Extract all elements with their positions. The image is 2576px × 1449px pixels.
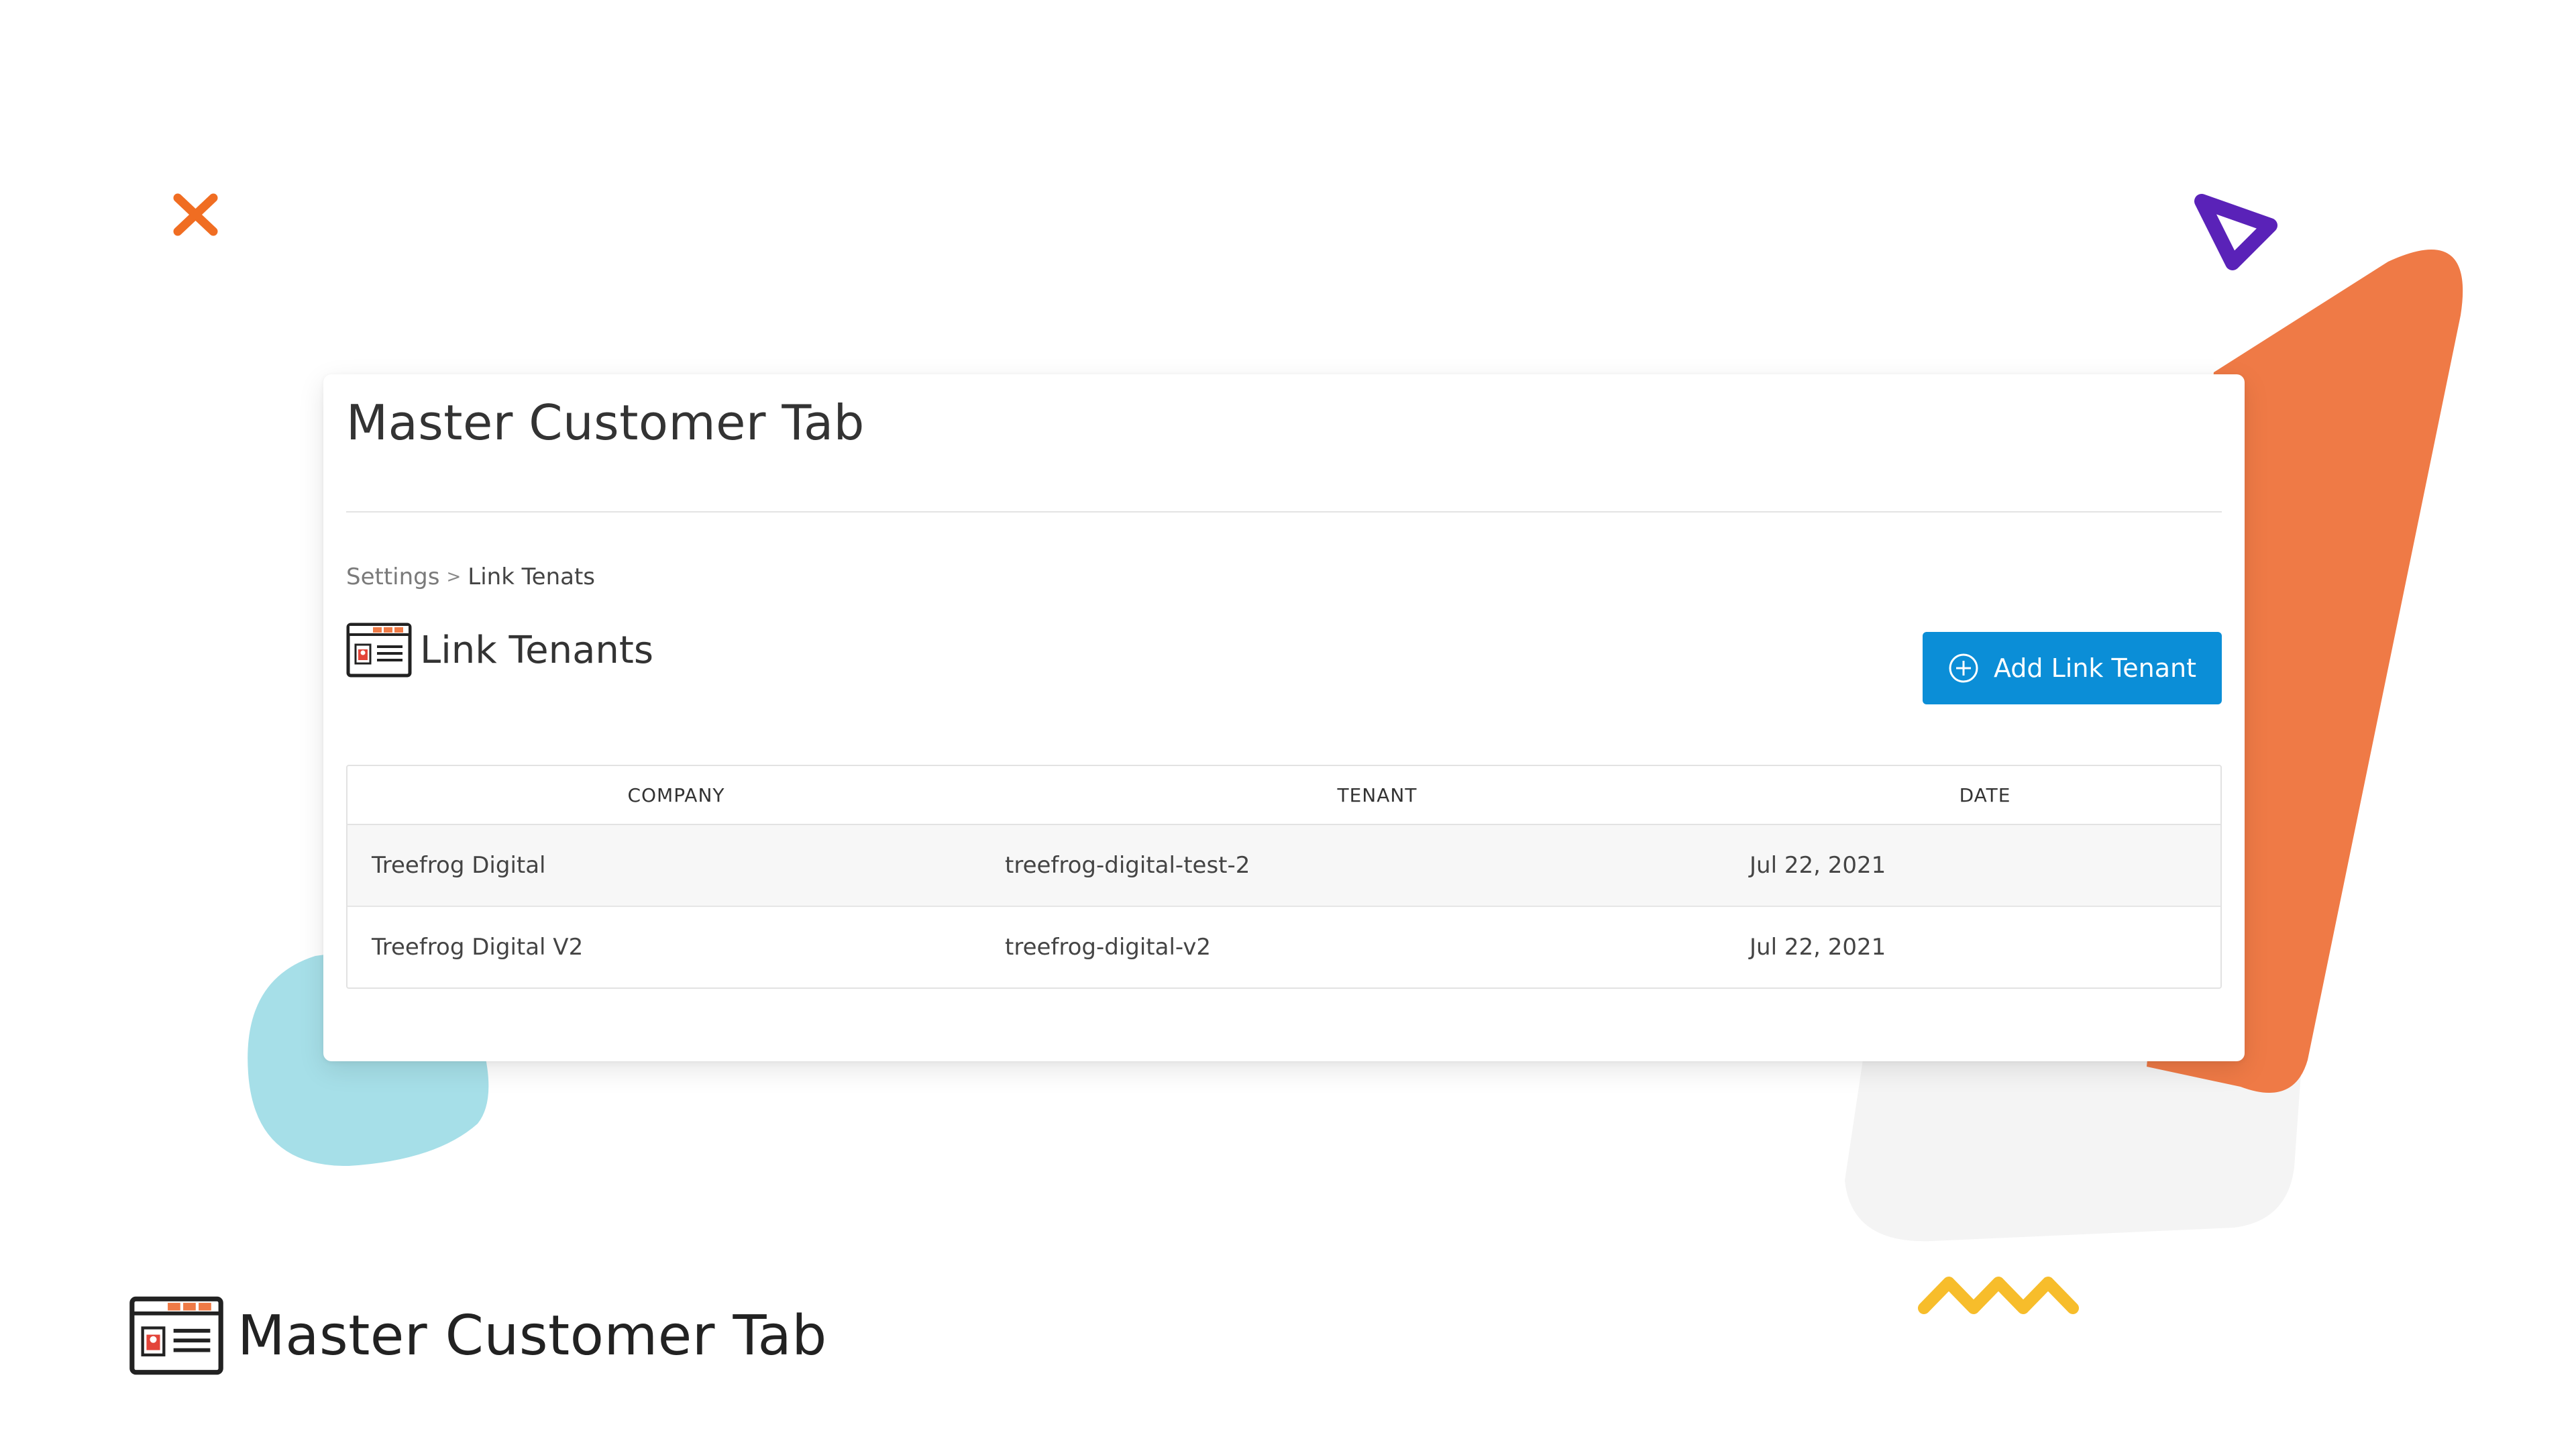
section-title: Link Tenants xyxy=(420,628,654,672)
triangle-shape xyxy=(2194,194,2277,270)
breadcrumb: Settings > Link Tenats xyxy=(346,564,595,590)
brand-title: Master Customer Tab xyxy=(237,1303,827,1368)
section-header: Link Tenants xyxy=(346,623,653,678)
breadcrumb-current: Link Tenats xyxy=(468,564,596,590)
cell-date: Jul 22, 2021 xyxy=(1750,852,1886,879)
breadcrumb-settings-link[interactable]: Settings xyxy=(346,564,439,590)
page-title: Master Customer Tab xyxy=(346,394,865,451)
brand-footer: Master Customer Tab xyxy=(129,1296,827,1375)
add-link-tenant-label: Add Link Tenant xyxy=(1993,653,2197,683)
customer-card-icon xyxy=(129,1296,223,1375)
cell-tenant: treefrog-digital-v2 xyxy=(1005,934,1212,961)
title-divider xyxy=(346,511,2222,513)
column-header-company[interactable]: COMPANY xyxy=(347,784,1005,806)
cross-shape xyxy=(173,193,218,236)
column-header-date[interactable]: DATE xyxy=(1750,784,2220,806)
cell-tenant: treefrog-digital-test-2 xyxy=(1005,852,1250,879)
customer-card-icon xyxy=(346,623,412,678)
zigzag-shape xyxy=(1918,1277,2079,1314)
link-tenants-table: COMPANY TENANT DATE Treefrog Digital tre… xyxy=(346,765,2222,989)
column-header-tenant[interactable]: TENANT xyxy=(1005,784,1750,806)
master-customer-card: Master Customer Tab Settings > Link Tena… xyxy=(323,374,2245,1061)
cell-company: Treefrog Digital xyxy=(372,852,546,879)
cell-date: Jul 22, 2021 xyxy=(1750,934,1886,961)
table-row[interactable]: Treefrog Digital treefrog-digital-test-2… xyxy=(347,825,2220,907)
cell-company: Treefrog Digital V2 xyxy=(372,934,584,961)
table-row[interactable]: Treefrog Digital V2 treefrog-digital-v2 … xyxy=(347,907,2220,987)
add-link-tenant-button[interactable]: Add Link Tenant xyxy=(1923,632,2222,704)
table-header: COMPANY TENANT DATE xyxy=(347,766,2220,825)
breadcrumb-separator: > xyxy=(446,567,462,587)
plus-circle-icon xyxy=(1949,653,1978,683)
